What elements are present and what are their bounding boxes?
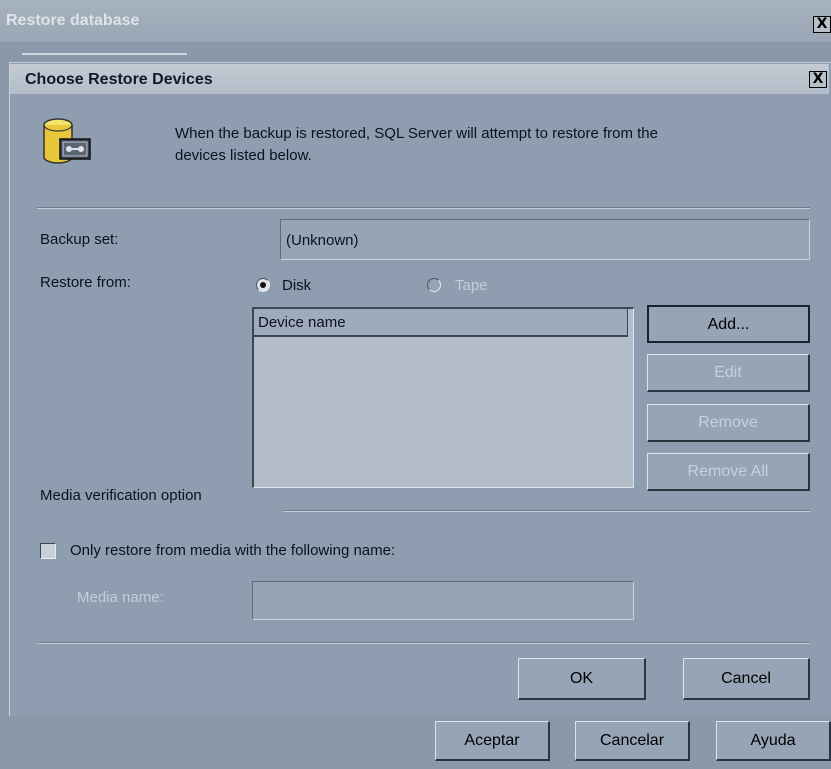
accept-button[interactable]: Aceptar — [435, 721, 550, 761]
backup-set-value: (Unknown) — [286, 232, 359, 249]
disk-radio[interactable] — [256, 278, 270, 292]
device-name-header-label: Device name — [258, 314, 346, 331]
separator-bottom — [37, 642, 810, 644]
outer-cancel-button[interactable]: Cancelar — [575, 721, 690, 761]
media-verification-separator — [283, 510, 810, 512]
database-backup-icon — [43, 118, 91, 164]
description-line-1: When the backup is restored, SQL Server … — [175, 125, 658, 142]
backup-set-field — [280, 219, 810, 260]
dialog-close-button[interactable]: X — [809, 71, 827, 88]
media-verification-label: Media verification option — [40, 487, 202, 504]
media-name-input[interactable] — [252, 581, 634, 620]
edit-device-button[interactable]: Edit — [647, 354, 810, 392]
outer-button-bar — [0, 716, 831, 769]
outer-window-title: Restore database — [6, 12, 140, 29]
separator-top — [37, 207, 810, 209]
remove-all-devices-button[interactable]: Remove All — [647, 453, 810, 491]
disk-radio-label[interactable]: Disk — [282, 277, 311, 294]
add-device-button[interactable]: Add... — [647, 305, 810, 343]
description-line-2: devices listed below. — [175, 147, 312, 164]
restore-from-label: Restore from: — [40, 274, 131, 291]
tape-radio-label[interactable]: Tape — [455, 277, 488, 294]
backup-set-label: Backup set: — [40, 231, 119, 248]
help-button[interactable]: Ayuda — [716, 721, 831, 761]
cancel-button[interactable]: Cancel — [683, 658, 810, 700]
ok-button[interactable]: OK — [518, 658, 646, 700]
media-name-label: Media name: — [77, 589, 164, 606]
tape-radio[interactable] — [427, 278, 441, 292]
only-restore-media-checkbox[interactable] — [40, 543, 56, 559]
outer-close-button[interactable]: X — [813, 16, 831, 33]
outer-tab-strip — [22, 53, 187, 59]
only-restore-media-label[interactable]: Only restore from media with the followi… — [70, 542, 395, 559]
remove-device-button[interactable]: Remove — [647, 404, 810, 442]
dialog-title: Choose Restore Devices — [25, 71, 213, 88]
